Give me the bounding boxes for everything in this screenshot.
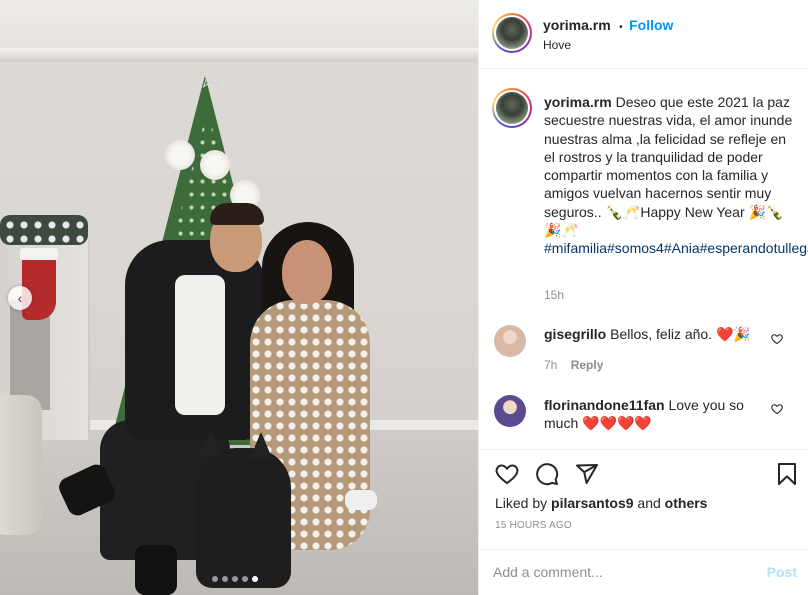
comment-item: gisegrillo Bellos, feliz año. ❤️🎉 bbox=[544, 325, 764, 343]
liked-by: Liked by pilarsantos9 and others bbox=[495, 495, 707, 511]
tree-ornament bbox=[165, 140, 195, 170]
share-paper-plane-icon[interactable] bbox=[575, 462, 599, 491]
carousel-dot bbox=[242, 576, 248, 582]
comment-item: florinandone11fan Love you so much ❤️❤️❤… bbox=[544, 396, 759, 432]
garland bbox=[0, 215, 88, 245]
post-sidebar: yorima.rm • Follow Hove yorima.rm Deseo … bbox=[478, 0, 808, 595]
man-shirt bbox=[175, 275, 225, 415]
post-photo[interactable]: ☆ ‹ bbox=[0, 0, 478, 595]
add-comment-bar: Post bbox=[479, 549, 808, 595]
christmas-stocking bbox=[22, 250, 56, 320]
caption-time: 15h bbox=[544, 288, 565, 302]
author-username[interactable]: yorima.rm bbox=[543, 17, 611, 33]
comment-like-icon[interactable] bbox=[771, 333, 783, 348]
carousel-prev-button[interactable]: ‹ bbox=[8, 286, 32, 310]
dog-ear bbox=[200, 430, 222, 456]
reply-button[interactable]: Reply bbox=[571, 358, 604, 372]
save-bookmark-icon[interactable] bbox=[775, 462, 799, 491]
comment-username[interactable]: florinandone11fan bbox=[544, 397, 665, 413]
carousel-dot bbox=[222, 576, 228, 582]
sofa bbox=[0, 395, 42, 535]
french-bulldog bbox=[196, 448, 291, 588]
liked-by-user[interactable]: pilarsantos9 bbox=[551, 495, 633, 511]
man-shoe bbox=[135, 545, 177, 595]
comment-time: 7h bbox=[544, 358, 558, 372]
post-timestamp[interactable]: 15 HOURS AGO bbox=[495, 520, 572, 531]
woman-face bbox=[282, 240, 332, 304]
caption-avatar[interactable] bbox=[492, 88, 532, 128]
caption-username[interactable]: yorima.rm bbox=[544, 94, 612, 110]
tree-ornament bbox=[200, 150, 230, 180]
liked-by-prefix: Liked by bbox=[495, 495, 548, 511]
carousel-dot bbox=[212, 576, 218, 582]
dog-ear bbox=[250, 432, 272, 458]
stocking-cuff bbox=[20, 248, 58, 260]
carousel-dot-active bbox=[252, 576, 258, 582]
comment-meta: 7h Reply bbox=[544, 358, 603, 372]
woman-shoe bbox=[345, 490, 377, 510]
caption: yorima.rm Deseo que este 2021 la paz sec… bbox=[544, 93, 808, 258]
follow-button[interactable]: Follow bbox=[629, 17, 673, 33]
liked-by-and: and bbox=[637, 495, 661, 511]
comment-text: Bellos, feliz año. ❤️🎉 bbox=[610, 326, 751, 342]
chevron-left-icon: ‹ bbox=[17, 290, 23, 306]
post-header: yorima.rm • Follow Hove bbox=[479, 0, 808, 69]
comments-section[interactable]: yorima.rm Deseo que este 2021 la paz sec… bbox=[479, 70, 808, 447]
liked-by-others-link[interactable]: others bbox=[665, 495, 708, 511]
comment-username[interactable]: gisegrillo bbox=[544, 326, 606, 342]
commenter-avatar[interactable] bbox=[494, 325, 526, 357]
man-hair bbox=[210, 203, 264, 225]
carousel-dot bbox=[232, 576, 238, 582]
post-comment-button[interactable]: Post bbox=[767, 564, 797, 580]
comment-input[interactable] bbox=[493, 560, 743, 584]
like-heart-icon[interactable] bbox=[495, 462, 519, 491]
comment-bubble-icon[interactable] bbox=[535, 462, 559, 491]
separator-dot: • bbox=[619, 22, 623, 33]
author-line: yorima.rm • Follow bbox=[543, 17, 673, 35]
post-location[interactable]: Hove bbox=[543, 38, 571, 52]
post-actions: Liked by pilarsantos9 and others 15 HOUR… bbox=[479, 449, 808, 549]
cornice bbox=[0, 48, 478, 62]
author-avatar[interactable] bbox=[492, 13, 532, 53]
carousel-indicator bbox=[212, 576, 258, 582]
caption-hashtags[interactable]: #mifamilia#somos4#Ania#esperandotullegad… bbox=[544, 240, 808, 256]
tree-star-icon: ☆ bbox=[195, 55, 228, 96]
caption-text: Deseo que este 2021 la paz secuestre nue… bbox=[544, 94, 793, 239]
commenter-avatar[interactable] bbox=[494, 395, 526, 427]
comment-like-icon[interactable] bbox=[771, 403, 783, 418]
